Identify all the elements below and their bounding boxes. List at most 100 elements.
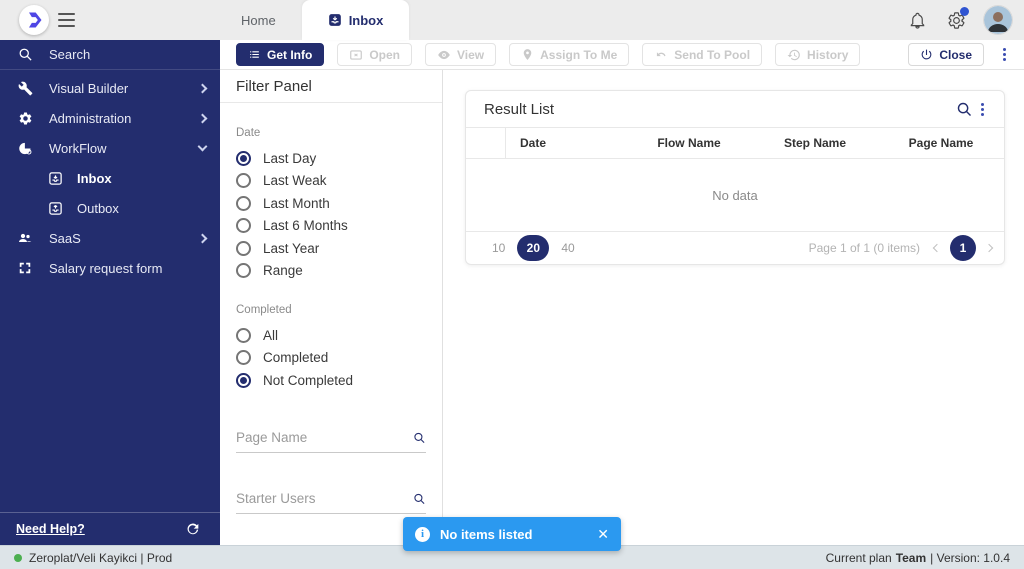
filter-panel: Filter Panel Date Last Day Last Weak Las… [220,70,443,545]
inbox-icon [46,169,64,187]
pin-icon [523,49,532,60]
workflow-icon [16,139,34,157]
need-help-link[interactable]: Need Help? [16,522,85,536]
sidebar-item-inbox[interactable]: Inbox [0,163,220,193]
topbar: Home Inbox [0,0,1024,40]
user-avatar[interactable] [984,6,1012,34]
prev-page-icon[interactable] [932,243,942,253]
history-clock-icon [787,49,800,60]
radio-last-month[interactable]: Last Month [236,192,426,215]
sidebar-footer: Need Help? [0,512,220,545]
view-button[interactable]: View [425,43,497,66]
sidebar-item-label: WorkFlow [49,140,107,156]
sidebar-item-visual-builder[interactable]: Visual Builder [0,73,220,103]
outbox-icon [46,199,64,217]
history-button[interactable]: History [775,43,861,66]
sidebar-item-label: Administration [49,110,132,126]
people-icon [16,229,34,247]
chevron-right-icon [197,233,208,243]
topbar-actions [906,0,1012,40]
assign-to-me-button[interactable]: Assign To Me [509,43,630,66]
open-button[interactable]: Open [337,43,412,66]
toast-message: No items listed [440,526,533,542]
radio-not-completed[interactable]: Not Completed [236,369,426,392]
grid-empty-state: No data [712,187,758,203]
starter-users-input[interactable] [236,491,413,506]
sidebar-item-label: SaaS [49,230,81,246]
tab-bar: Home Inbox [215,0,410,40]
radio-icon [236,218,251,234]
filter-panel-title: Filter Panel [220,70,442,103]
page-size-20[interactable]: 20 [517,235,550,261]
page-name-input[interactable] [236,430,413,445]
radio-icon [236,350,251,366]
sidebar-item-saas[interactable]: SaaS [0,223,220,253]
sidebar-item-administration[interactable]: Administration [0,103,220,133]
radio-last-6-months[interactable]: Last 6 Months [236,215,426,238]
result-list-menu[interactable] [975,99,990,120]
radio-icon [236,150,251,166]
toolbar-overflow-menu[interactable] [997,44,1012,65]
column-header-flow-name[interactable]: Flow Name [626,136,752,150]
sidebar-item-search[interactable]: Search [0,40,220,70]
zeroplat-logo-icon [29,12,42,28]
result-search-button[interactable] [953,98,975,120]
sidebar-item-label: Inbox [77,170,112,186]
page-size-10[interactable]: 10 [484,241,513,255]
radio-icon [236,372,251,388]
tools-icon [16,79,34,97]
radio-range[interactable]: Range [236,260,426,283]
refresh-button[interactable] [182,518,204,540]
power-icon [921,49,932,60]
sidebar-item-label: Salary request form [49,260,163,276]
radio-icon [236,240,251,256]
get-info-button[interactable]: Get Info [236,43,325,66]
toast-close-icon[interactable]: ✕ [597,527,609,541]
menu-toggle-icon[interactable] [58,13,75,27]
connection-status-dot [14,553,22,562]
tab-home[interactable]: Home [215,0,302,40]
date-group-label: Date [236,127,261,139]
sidebar-item-salary-request-form[interactable]: Salary request form [0,253,220,283]
settings-button[interactable] [945,7,969,31]
undo-arrow-icon [657,51,666,56]
tab-inbox-label: Inbox [348,12,384,28]
page-size-40[interactable]: 40 [553,241,582,255]
chevron-down-icon [197,141,208,152]
next-page-icon[interactable] [984,243,994,253]
sidebar-item-workflow[interactable]: WorkFlow [0,133,220,163]
radio-icon [236,327,251,343]
radio-all[interactable]: All [236,324,426,347]
column-header-step-name[interactable]: Step Name [752,136,878,150]
send-to-pool-button[interactable]: Send To Pool [642,43,763,66]
sidebar: Search Visual Builder Administration Wor… [0,40,220,545]
gear-icon [16,109,34,127]
open-icon [350,49,363,60]
sidebar-item-outbox[interactable]: Outbox [0,193,220,223]
page-number-button[interactable]: 1 [950,235,976,261]
sidebar-item-label: Visual Builder [49,80,129,96]
eye-icon [438,50,450,59]
plan-version-label: Current plan Team | Version: 1.0.4 [825,550,1010,565]
close-button[interactable]: Close [908,43,984,66]
sidebar-item-label: Search [49,47,91,62]
search-icon [16,46,34,64]
bell-icon [910,12,924,29]
radio-completed[interactable]: Completed [236,347,426,370]
search-icon[interactable] [413,430,426,446]
inbox-tab-icon [328,14,341,26]
result-list-card: Result List Date Flow Name Step Name Pag… [465,90,1005,265]
result-list-title: Result List [484,100,555,118]
search-icon[interactable] [413,491,426,507]
radio-last-year[interactable]: Last Year [236,237,426,260]
radio-last-weak[interactable]: Last Weak [236,170,426,193]
radio-icon [236,195,251,211]
radio-icon [236,263,251,279]
info-icon: i [415,526,430,542]
tab-inbox[interactable]: Inbox [301,0,410,40]
radio-last-day[interactable]: Last Day [236,147,426,170]
app-logo[interactable] [19,5,49,35]
column-header-date[interactable]: Date [506,136,626,150]
notifications-button[interactable] [906,9,928,31]
column-header-page-name[interactable]: Page Name [878,136,1004,150]
